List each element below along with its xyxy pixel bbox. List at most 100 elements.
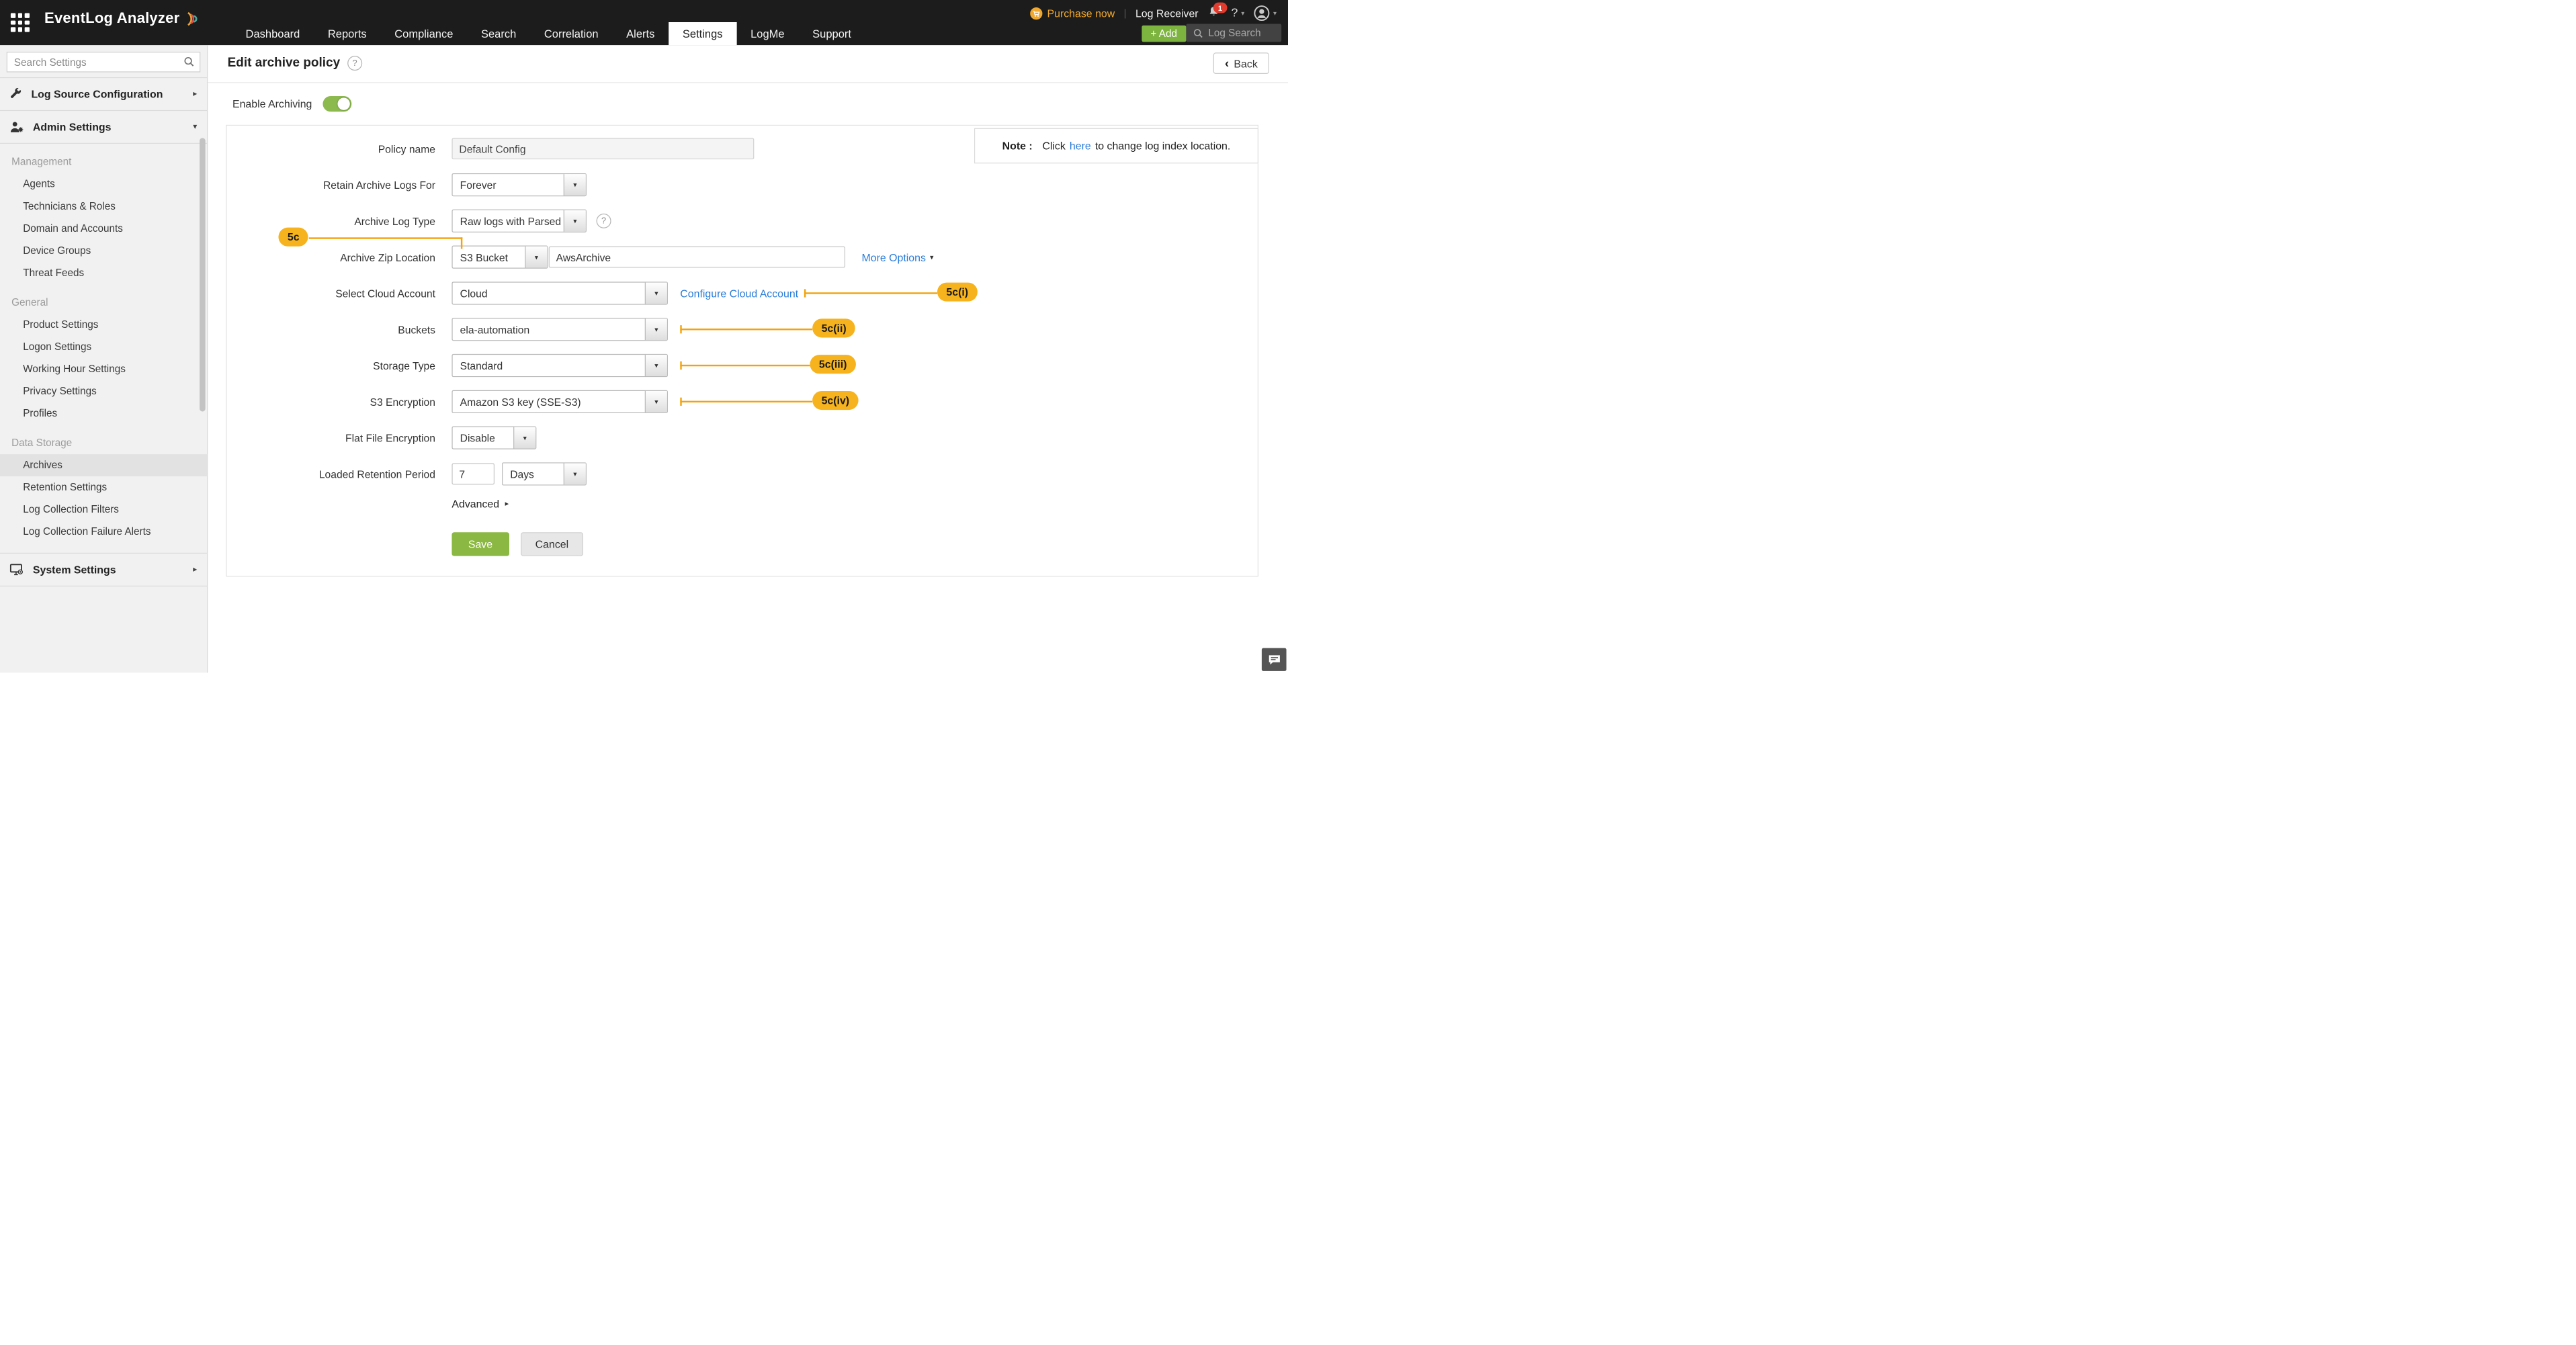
buckets-value: ela-automation — [453, 318, 645, 340]
configure-cloud-account-link[interactable]: Configure Cloud Account — [680, 287, 798, 299]
purchase-now-link[interactable]: Purchase now — [1030, 7, 1115, 19]
select-cloud-account-label: Select Cloud Account — [226, 287, 443, 299]
nav-tab-reports[interactable]: Reports — [314, 22, 380, 45]
apps-grid-icon[interactable] — [11, 13, 30, 32]
log-index-location-link[interactable]: here — [1070, 140, 1091, 152]
purchase-now-label: Purchase now — [1047, 7, 1115, 19]
nav-tab-search[interactable]: Search — [467, 22, 530, 45]
chevron-right-icon: ▸ — [505, 499, 509, 508]
log-receiver-link[interactable]: Log Receiver — [1135, 7, 1199, 19]
save-button[interactable]: Save — [452, 532, 509, 556]
callout-5civ-line — [680, 401, 812, 402]
retention-period-unit-select[interactable]: Days ▾ — [502, 462, 587, 485]
zip-location-type-value: S3 Bucket — [453, 247, 525, 268]
cloud-account-select[interactable]: Cloud ▾ — [452, 281, 668, 304]
flat-file-encryption-select[interactable]: Disable ▾ — [452, 427, 536, 449]
policy-name-input[interactable] — [452, 138, 754, 159]
nav-tab-support[interactable]: Support — [798, 22, 865, 45]
notification-badge: 1 — [1213, 3, 1228, 13]
sidebar-item-log-collection-filters[interactable]: Log Collection Filters — [0, 498, 207, 521]
storage-type-label: Storage Type — [226, 359, 443, 372]
archive-policy-form-panel: Note : Click here to change log index lo… — [226, 125, 1258, 576]
callout-5ciii: 5c(iii) — [810, 355, 855, 374]
callout-5c-line — [309, 237, 463, 238]
help-menu[interactable]: ? ▾ — [1232, 7, 1245, 20]
dropdown-arrow-icon: ▾ — [645, 318, 667, 340]
sidebar-group-admin-settings[interactable]: Admin Settings ▾ — [0, 110, 207, 144]
sidebar-item-threat-feeds[interactable]: Threat Feeds — [0, 262, 207, 284]
log-type-help-icon[interactable]: ? — [597, 214, 611, 228]
callout-5ciii-line — [680, 365, 810, 366]
notifications-button[interactable]: 1 — [1207, 6, 1222, 21]
advanced-toggle[interactable]: Advanced ▸ — [452, 498, 509, 510]
chevron-right-icon: ▸ — [193, 565, 197, 574]
feedback-chat-button[interactable] — [1262, 648, 1287, 671]
enable-archiving-toggle[interactable] — [323, 96, 351, 112]
cloud-account-value: Cloud — [453, 283, 645, 304]
top-header: EventLog Analyzer Dashboard Reports Comp… — [0, 0, 1288, 45]
sidebar-group-log-source-configuration[interactable]: Log Source Configuration ▸ — [0, 77, 207, 110]
sidebar-scrollbar[interactable] — [200, 138, 206, 411]
sidebar-item-product-settings[interactable]: Product Settings — [0, 314, 207, 336]
sidebar-item-logon-settings[interactable]: Logon Settings — [0, 336, 207, 358]
toggle-knob — [337, 97, 349, 110]
caret-down-icon: ▾ — [1273, 9, 1277, 17]
zip-location-type-select[interactable]: S3 Bucket ▾ — [452, 246, 548, 269]
s3-encryption-select[interactable]: Amazon S3 key (SSE-S3) ▾ — [452, 390, 668, 413]
search-icon[interactable] — [183, 56, 195, 71]
sidebar-group-system-settings[interactable]: System Settings ▸ — [0, 553, 207, 587]
dropdown-arrow-icon: ▾ — [564, 464, 586, 485]
header-utilities: Purchase now | Log Receiver 1 ? ▾ — [1030, 5, 1277, 21]
archive-zip-location-label: Archive Zip Location — [226, 251, 443, 263]
user-profile-menu[interactable]: ▾ — [1254, 5, 1277, 21]
page-title: Edit archive policy — [228, 56, 340, 71]
sidebar-item-device-groups[interactable]: Device Groups — [0, 240, 207, 262]
flat-file-encryption-label: Flat File Encryption — [226, 431, 443, 443]
callout-5c: 5c — [278, 228, 308, 247]
sidebar-item-privacy-settings[interactable]: Privacy Settings — [0, 380, 207, 402]
nav-tab-correlation[interactable]: Correlation — [530, 22, 612, 45]
add-button[interactable]: + Add — [1142, 26, 1186, 42]
retain-archive-logs-label: Retain Archive Logs For — [226, 179, 443, 191]
sidebar-item-technicians-roles[interactable]: Technicians & Roles — [0, 196, 207, 218]
nav-tab-settings[interactable]: Settings — [669, 22, 736, 45]
sidebar-search — [7, 52, 201, 73]
dropdown-arrow-icon: ▾ — [564, 210, 586, 232]
sidebar-item-retention-settings[interactable]: Retention Settings — [0, 476, 207, 498]
sidebar-item-domain-accounts[interactable]: Domain and Accounts — [0, 218, 207, 240]
retention-period-unit-value: Days — [503, 464, 563, 485]
sidebar-item-profiles[interactable]: Profiles — [0, 402, 207, 425]
user-avatar-icon — [1254, 5, 1270, 21]
retain-period-value: Forever — [453, 174, 564, 196]
nav-tab-compliance[interactable]: Compliance — [380, 22, 467, 45]
more-options-link[interactable]: More Options ▾ — [861, 251, 933, 263]
caret-down-icon: ▾ — [193, 122, 197, 131]
sidebar-item-archives[interactable]: Archives — [0, 454, 207, 476]
buckets-select[interactable]: ela-automation ▾ — [452, 318, 668, 341]
archive-log-type-select[interactable]: Raw logs with Parsed ▾ — [452, 210, 587, 232]
log-search-button[interactable]: Log Search — [1186, 24, 1281, 42]
nav-tab-alerts[interactable]: Alerts — [612, 22, 669, 45]
main-content: Edit archive policy ? ‹ Back Enable Arch… — [208, 45, 1288, 672]
header-divider — [208, 82, 1288, 83]
sidebar-item-log-collection-failure-alerts[interactable]: Log Collection Failure Alerts — [0, 521, 207, 543]
note-label: Note : — [1002, 140, 1033, 152]
search-icon — [1193, 28, 1203, 38]
nav-tab-logme[interactable]: LogMe — [736, 22, 798, 45]
retain-period-select[interactable]: Forever ▾ — [452, 173, 587, 196]
retention-period-input[interactable] — [452, 464, 495, 485]
more-options-label: More Options — [861, 251, 925, 263]
zip-location-path-input[interactable] — [549, 247, 845, 268]
note-text-after: to change log index location. — [1095, 140, 1230, 152]
app-name: EventLog Analyzer — [44, 10, 179, 28]
cancel-button[interactable]: Cancel — [521, 532, 583, 556]
nav-tab-dashboard[interactable]: Dashboard — [232, 22, 314, 45]
sidebar-search-input[interactable] — [7, 52, 201, 73]
storage-type-select[interactable]: Standard ▾ — [452, 354, 668, 377]
dropdown-arrow-icon: ▾ — [645, 283, 667, 304]
group-label: System Settings — [33, 564, 184, 576]
back-button[interactable]: ‹ Back — [1213, 52, 1269, 74]
sidebar-item-agents[interactable]: Agents — [0, 173, 207, 196]
page-help-icon[interactable]: ? — [347, 56, 362, 71]
sidebar-item-working-hour-settings[interactable]: Working Hour Settings — [0, 358, 207, 380]
